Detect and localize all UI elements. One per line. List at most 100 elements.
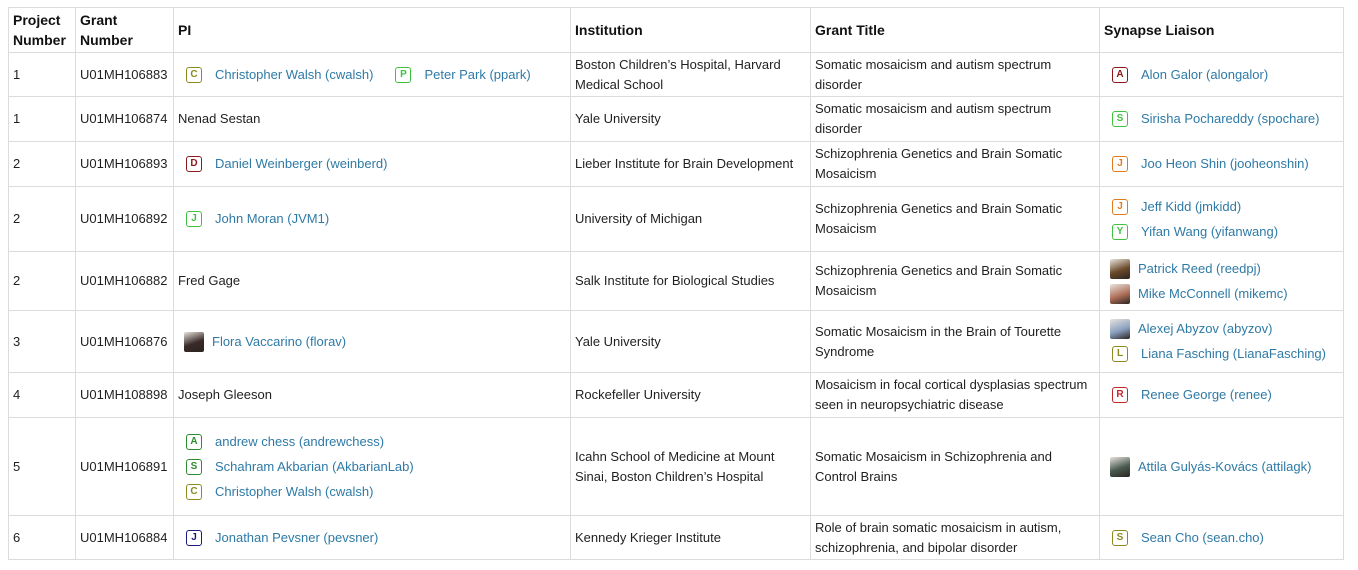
user-initial-icon: J bbox=[186, 211, 202, 227]
user-initial-icon: C bbox=[186, 66, 202, 83]
user-profile-link[interactable]: Joo Heon Shin (jooheonshin) bbox=[1141, 154, 1309, 174]
header-pi[interactable]: PI bbox=[173, 7, 571, 53]
header-grant-title[interactable]: Grant Title bbox=[810, 7, 1100, 53]
liaison-user-link[interactable]: Alexej Abyzov (abyzov) bbox=[1104, 319, 1339, 339]
user-profile-link[interactable]: Jeff Kidd (jmkidd) bbox=[1141, 197, 1241, 217]
user-profile-link[interactable]: Sirisha Pochareddy (spochare) bbox=[1141, 109, 1319, 129]
header-synapse-liaison[interactable]: Synapse Liaison bbox=[1099, 7, 1344, 53]
grant-title-cell: Role of brain somatic mosaicism in autis… bbox=[810, 515, 1100, 560]
table-row: 2 U01MH106892 J John Moran (JVM1) University… bbox=[8, 186, 1344, 252]
liaison-user-link[interactable]: Patrick Reed (reedpj) bbox=[1104, 258, 1339, 279]
pi-user-list: D Daniel Weinberger (weinberd) bbox=[178, 154, 566, 174]
table-row: 4 U01MH108898 Joseph Gleeson Rockefeller Un… bbox=[8, 372, 1344, 418]
pi-user-list: J Jonathan Pevsner (pevsner) bbox=[178, 528, 566, 548]
liaison-user-list: S Sean Cho (sean.cho) bbox=[1104, 528, 1339, 548]
user-profile-link[interactable]: Patrick Reed (reedpj) bbox=[1138, 259, 1261, 279]
grant-number-cell: U01MH106892 bbox=[75, 186, 174, 252]
user-profile-link[interactable]: Christopher Walsh (cwalsh) bbox=[215, 65, 373, 85]
user-initial-icon: S bbox=[1112, 111, 1128, 127]
project-number-cell: 2 bbox=[8, 251, 76, 311]
user-profile-link[interactable]: andrew chess (andrewchess) bbox=[215, 432, 384, 452]
pi-user-list: Aandrew chess (andrewchess) S Schahram Akb… bbox=[178, 432, 566, 502]
liaison-user-link[interactable]: J Joo Heon Shin (jooheonshin) bbox=[1104, 154, 1339, 174]
pi-user-link[interactable]: J John Moran (JVM1) bbox=[178, 209, 566, 229]
header-institution[interactable]: Institution bbox=[570, 7, 811, 53]
user-profile-link[interactable]: Peter Park (ppark) bbox=[424, 65, 530, 85]
synapse-liaison-cell: Attila Gulyás-Kovács (attilagk) bbox=[1099, 417, 1344, 516]
pi-cell: Fred Gage bbox=[173, 251, 571, 311]
grant-title-cell: Somatic mosaicism and autism spectrum di… bbox=[810, 96, 1100, 142]
user-avatar-icon bbox=[1110, 283, 1130, 304]
liaison-user-link[interactable]: Mike McConnell (mikemc) bbox=[1104, 283, 1339, 304]
liaison-user-link[interactable]: R Renee George (renee) bbox=[1104, 385, 1339, 405]
pi-user-link[interactable]: D Daniel Weinberger (weinberd) bbox=[178, 154, 566, 174]
liaison-user-link[interactable]: L Liana Fasching (LianaFasching) bbox=[1104, 344, 1339, 364]
user-profile-link[interactable]: Sean Cho (sean.cho) bbox=[1141, 528, 1264, 548]
grant-number-cell: U01MH106884 bbox=[75, 515, 174, 560]
user-profile-link[interactable]: Schahram Akbarian (AkbarianLab) bbox=[215, 457, 414, 477]
project-number-cell: 1 bbox=[8, 52, 76, 97]
synapse-liaison-cell: A Alon Galor (alongalor) bbox=[1099, 52, 1344, 97]
pi-user-link[interactable]: P Peter Park (ppark) bbox=[387, 65, 531, 85]
project-number-cell: 5 bbox=[8, 417, 76, 516]
header-grant-number[interactable]: Grant Number bbox=[75, 7, 174, 53]
pi-cell: Joseph Gleeson bbox=[173, 372, 571, 418]
grant-title-cell: Somatic Mosaicism in the Brain of Touret… bbox=[810, 310, 1100, 373]
user-profile-link[interactable]: Daniel Weinberger (weinberd) bbox=[215, 154, 387, 174]
liaison-user-link[interactable]: J Jeff Kidd (jmkidd) bbox=[1104, 197, 1339, 217]
pi-user-link[interactable]: J Jonathan Pevsner (pevsner) bbox=[178, 528, 566, 548]
table-header-row: Project Number Grant Number PI Instituti… bbox=[8, 7, 1344, 53]
liaison-user-link[interactable]: S Sirisha Pochareddy (spochare) bbox=[1104, 109, 1339, 129]
pi-user-link[interactable]: S Schahram Akbarian (AkbarianLab) bbox=[178, 457, 566, 477]
user-profile-link[interactable]: Mike McConnell (mikemc) bbox=[1138, 284, 1288, 304]
pi-cell: C Christopher Walsh (cwalsh) P Peter Park (… bbox=[173, 52, 571, 97]
user-profile-link[interactable]: Flora Vaccarino (florav) bbox=[212, 332, 346, 352]
user-profile-link[interactable]: Liana Fasching (LianaFasching) bbox=[1141, 344, 1326, 364]
liaison-user-link[interactable]: A Alon Galor (alongalor) bbox=[1104, 65, 1339, 85]
institution-cell: University of Michigan bbox=[570, 186, 811, 252]
liaison-user-link[interactable]: S Sean Cho (sean.cho) bbox=[1104, 528, 1339, 548]
grant-number-cell: U01MH106883 bbox=[75, 52, 174, 97]
user-initial-icon: S bbox=[186, 458, 202, 475]
user-initial-icon: P bbox=[395, 66, 412, 83]
pi-user-link[interactable]: Flora Vaccarino (florav) bbox=[178, 331, 566, 352]
pi-cell: Aandrew chess (andrewchess) S Schahram Akb… bbox=[173, 417, 571, 516]
user-initial-icon: J bbox=[1112, 156, 1128, 172]
table-body: 1 U01MH106883 C Christopher Walsh (cwalsh) P… bbox=[8, 52, 1344, 560]
user-profile-link[interactable]: Alexej Abyzov (abyzov) bbox=[1138, 319, 1272, 339]
user-profile-link[interactable]: John Moran (JVM1) bbox=[215, 209, 329, 229]
liaison-user-link[interactable]: Y Yifan Wang (yifanwang) bbox=[1104, 222, 1339, 242]
user-initial-icon: C bbox=[186, 483, 202, 500]
grants-table-container: Project Number Grant Number PI Instituti… bbox=[8, 7, 1344, 560]
user-profile-link[interactable]: Renee George (renee) bbox=[1141, 385, 1272, 405]
user-profile-link[interactable]: Jonathan Pevsner (pevsner) bbox=[215, 528, 378, 548]
grant-number-cell: U01MH106874 bbox=[75, 96, 174, 142]
pi-cell: Nenad Sestan bbox=[173, 96, 571, 142]
institution-cell: Kennedy Krieger Institute bbox=[570, 515, 811, 560]
user-avatar-icon bbox=[1110, 456, 1130, 477]
liaison-user-list: J Jeff Kidd (jmkidd) Y Yifan Wang (yifanwan… bbox=[1104, 197, 1339, 242]
pi-user-link[interactable]: Aandrew chess (andrewchess) bbox=[178, 432, 566, 452]
grant-number-cell: U01MH106891 bbox=[75, 417, 174, 516]
grant-title-cell: Schizophrenia Genetics and Brain Somatic… bbox=[810, 251, 1100, 311]
pi-user-list: C Christopher Walsh (cwalsh) P Peter Park (… bbox=[178, 65, 566, 85]
user-profile-link[interactable]: Christopher Walsh (cwalsh) bbox=[215, 482, 373, 502]
grant-number-cell: U01MH108898 bbox=[75, 372, 174, 418]
user-profile-link[interactable]: Yifan Wang (yifanwang) bbox=[1141, 222, 1278, 242]
liaison-user-list: S Sirisha Pochareddy (spochare) bbox=[1104, 109, 1339, 129]
user-initial-icon: J bbox=[1112, 198, 1128, 215]
user-initial-icon: S bbox=[1112, 529, 1128, 546]
header-project-number[interactable]: Project Number bbox=[8, 7, 76, 53]
pi-cell: J Jonathan Pevsner (pevsner) bbox=[173, 515, 571, 560]
grant-title-cell: Mosaicism in focal cortical dysplasias s… bbox=[810, 372, 1100, 418]
synapse-liaison-cell: J Jeff Kidd (jmkidd) Y Yifan Wang (yifanwan… bbox=[1099, 186, 1344, 252]
liaison-user-link[interactable]: Attila Gulyás-Kovács (attilagk) bbox=[1104, 456, 1339, 477]
synapse-liaison-cell: S Sirisha Pochareddy (spochare) bbox=[1099, 96, 1344, 142]
pi-cell: D Daniel Weinberger (weinberd) bbox=[173, 141, 571, 187]
user-profile-link[interactable]: Alon Galor (alongalor) bbox=[1141, 65, 1268, 85]
pi-user-link[interactable]: C Christopher Walsh (cwalsh) bbox=[178, 65, 373, 85]
user-profile-link[interactable]: Attila Gulyás-Kovács (attilagk) bbox=[1138, 457, 1311, 477]
user-initial-icon: L bbox=[1112, 346, 1128, 362]
synapse-liaison-cell: Patrick Reed (reedpj) Mike McConnell (mik… bbox=[1099, 251, 1344, 311]
pi-user-link[interactable]: C Christopher Walsh (cwalsh) bbox=[178, 482, 566, 502]
